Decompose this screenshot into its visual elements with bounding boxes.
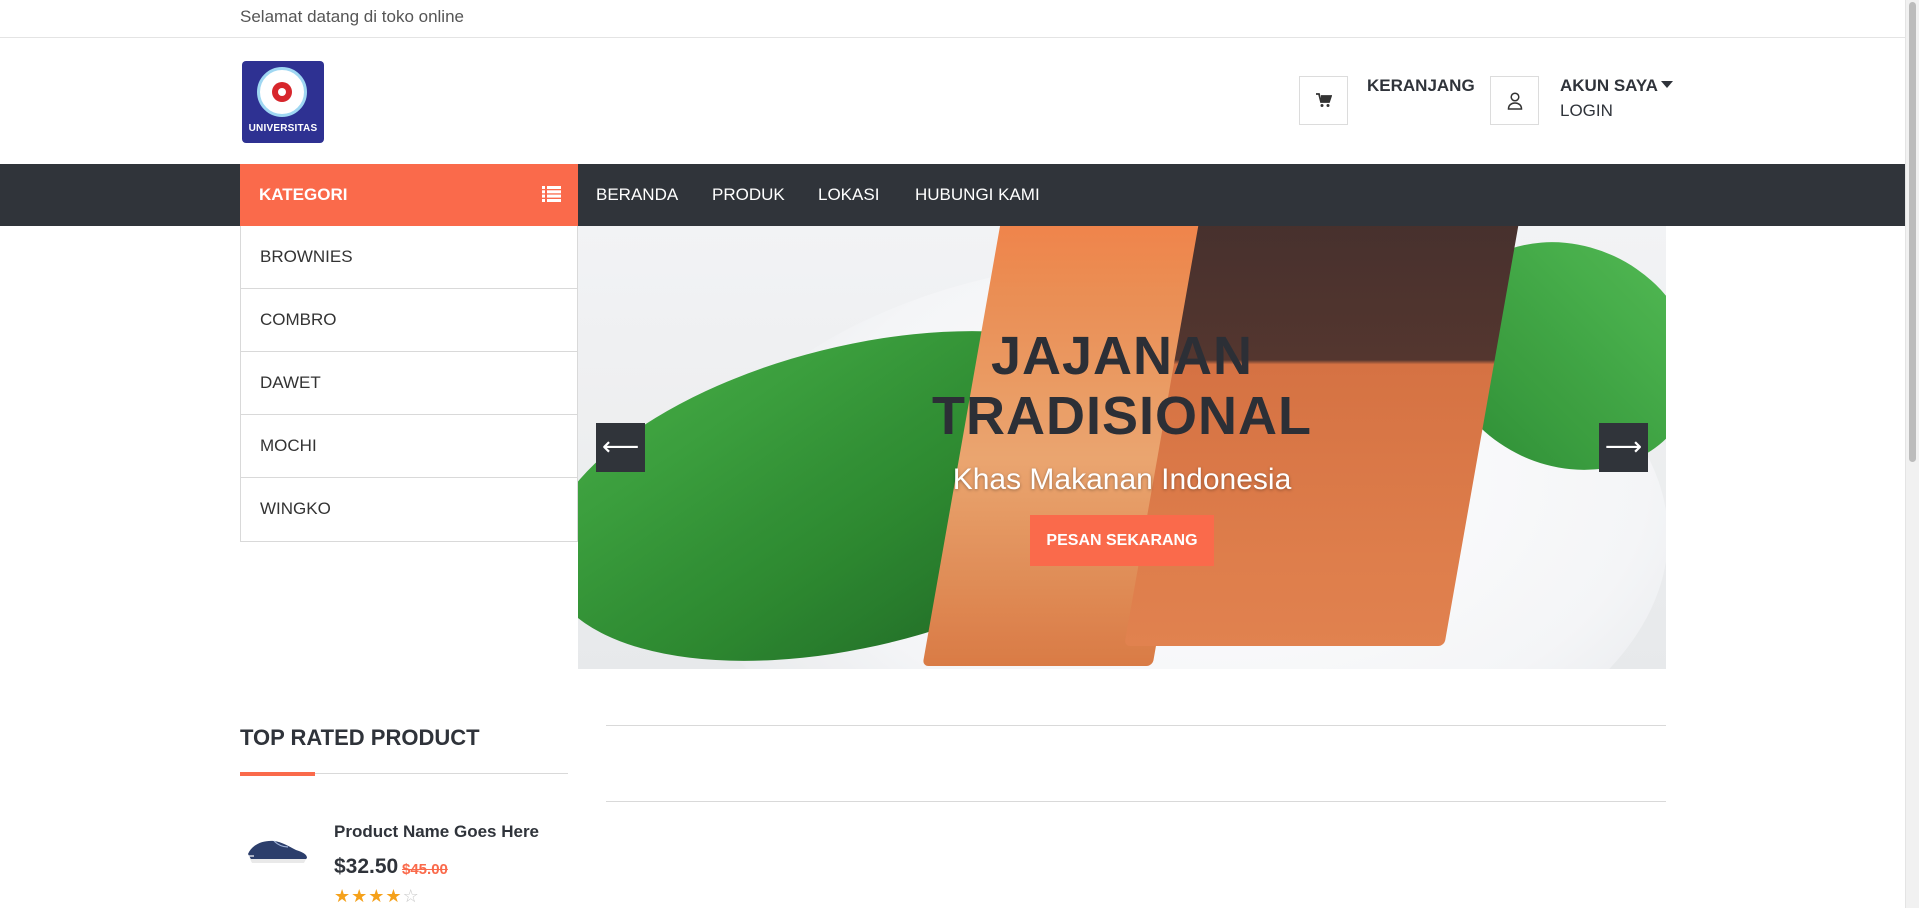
product-price: $32.50 — [334, 855, 399, 878]
university-logo-icon — [257, 67, 307, 117]
product-rating: ★★★★☆ — [334, 886, 420, 907]
category-toggle[interactable]: KATEGORI — [240, 164, 578, 226]
category-item-wingko[interactable]: WINGKO — [241, 478, 577, 541]
category-item-combro[interactable]: COMBRO — [241, 289, 577, 352]
category-title: KATEGORI — [259, 185, 348, 204]
product-thumbnail[interactable] — [244, 832, 310, 866]
hero-title-line1: JAJANAN — [990, 326, 1254, 386]
slider-next-button[interactable]: ⟶ — [1599, 423, 1648, 472]
star-icon: ★ — [334, 886, 352, 906]
nav-produk[interactable]: PRODUK — [712, 164, 785, 226]
site-logo[interactable]: UNIVERSITAS — [242, 61, 324, 143]
content-divider-bottom — [606, 801, 1666, 802]
scrollbar-thumb[interactable] — [1909, 2, 1916, 462]
hero-subtitle: Khas Makanan Indonesia — [952, 463, 1292, 496]
hero-slider: JAJANAN TRADISIONAL Khas Makanan Indones… — [578, 226, 1666, 669]
category-item-mochi[interactable]: MOCHI — [241, 415, 577, 478]
welcome-text: Selamat datang di toko online — [240, 7, 464, 26]
cart-button[interactable] — [1299, 76, 1348, 125]
arrow-left-icon: ⟵ — [601, 431, 640, 461]
page-scrollbar[interactable] — [1905, 0, 1919, 908]
account-menu[interactable]: AKUN SAYA — [1560, 76, 1673, 96]
star-empty-icon: ☆ — [402, 886, 420, 906]
order-now-button[interactable]: PESAN SEKARANG — [1030, 515, 1214, 566]
star-icon: ★ — [385, 886, 403, 906]
arrow-right-icon: ⟶ — [1604, 431, 1643, 461]
account-label: AKUN SAYA — [1560, 76, 1658, 95]
nav-beranda[interactable]: BERANDA — [596, 164, 678, 226]
category-item-brownies[interactable]: BROWNIES — [241, 226, 577, 289]
star-icon: ★ — [351, 886, 369, 906]
cart-icon — [1315, 93, 1332, 107]
account-button[interactable] — [1490, 76, 1539, 125]
nav-lokasi[interactable]: LOKASI — [818, 164, 879, 226]
top-bar: Selamat datang di toko online — [0, 0, 1905, 38]
cart-label[interactable]: KERANJANG — [1367, 76, 1475, 96]
top-rated-title: TOP RATED PRODUCT — [240, 725, 480, 750]
category-item-dawet[interactable]: DAWET — [241, 352, 577, 415]
user-icon — [1507, 91, 1522, 110]
nav-hubungi-kami[interactable]: HUBUNGI KAMI — [915, 164, 1040, 226]
section-accent-bar — [240, 772, 315, 776]
star-icon: ★ — [368, 886, 386, 906]
caret-down-icon — [1660, 81, 1673, 88]
product-name[interactable]: Product Name Goes Here — [334, 822, 539, 842]
content-divider-top — [606, 725, 1666, 726]
category-list: BROWNIES COMBRO DAWET MOCHI WINGKO — [240, 226, 578, 542]
list-icon — [542, 186, 561, 202]
hero-title-line2: TRADISIONAL — [932, 386, 1312, 446]
slider-prev-button[interactable]: ⟵ — [596, 423, 645, 472]
login-link[interactable]: LOGIN — [1560, 101, 1613, 121]
logo-text: UNIVERSITAS — [248, 123, 318, 134]
product-old-price: $45.00 — [402, 861, 448, 878]
hero-title: JAJANAN TRADISIONAL — [578, 326, 1666, 446]
